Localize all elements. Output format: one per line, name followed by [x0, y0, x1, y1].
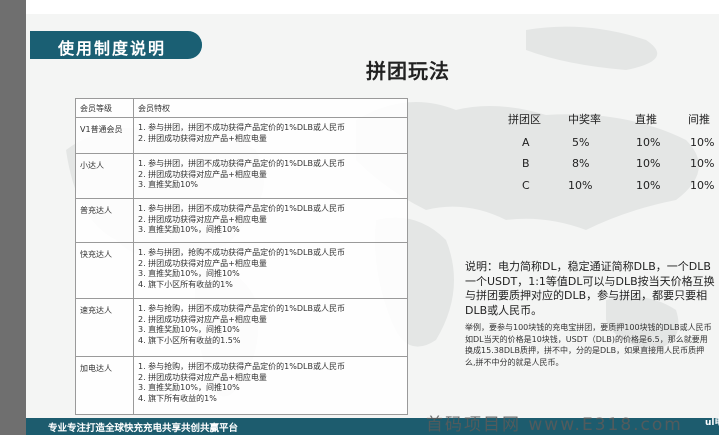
- table-row: 速充达人 1. 参与抢购，拼团不成功获得产品定价的1%DLB或人民币 2. 拼团…: [75, 298, 408, 357]
- rate-cell: 10%: [568, 179, 593, 192]
- perk-line: 3. 直推奖励10%，间推10%: [138, 383, 240, 393]
- perk-line: 3. 直推奖励10%，间推10%: [138, 325, 240, 335]
- rate-cell: B: [522, 157, 530, 170]
- description-line: 与拼团要质押对应的DLB，参与拼团，都要只要相: [465, 289, 708, 303]
- perk-cell: 1. 参与抢购，拼团不成功获得产品定价的1%DLB或人民币 2. 拼团成功获得对…: [133, 356, 408, 415]
- perk-line: 1. 参与拼团，拼团不成功获得产品定价的1%DLB或人民币: [138, 159, 345, 168]
- table-row: 小达人 1. 参与拼团，拼团不成功获得产品定价的1%DLB或人民币 2. 拼团成…: [75, 153, 408, 199]
- rate-header-cell: 中奖率: [568, 113, 601, 126]
- perk-line: 4. 旗下所有收益的1%: [138, 393, 217, 403]
- perk-line: 1. 参与抢购，拼团不成功获得产品定价的1%DLB或人民币: [138, 304, 345, 313]
- table-row: V1普通会员 1. 参与拼团，拼团不成功获得产品定价的1%DLB或人民币 2. …: [75, 117, 408, 154]
- table-row: 加电达人 1. 参与抢购，拼团不成功获得产品定价的1%DLB或人民币 2. 拼团…: [75, 356, 408, 415]
- slide: 使用制度说明 拼团玩法 会员等级 会员特权 V1普通会员 1. 参与拼团，拼团不…: [26, 0, 719, 435]
- description-line: DLB或人民币。: [465, 303, 543, 317]
- description-line: 说明：电力简称DL，稳定通证简称DLB，一个DLB: [465, 260, 711, 273]
- rate-cell: A: [522, 136, 530, 149]
- member-privilege-table: 会员等级 会员特权 V1普通会员 1. 参与拼团，拼团不成功获得产品定价的1%D…: [75, 98, 408, 415]
- section-title: 使用制度说明: [58, 39, 167, 58]
- site-watermark: 首码项目网 www.E318.com: [426, 415, 683, 435]
- header-perks: 会员特权: [133, 98, 408, 118]
- rate-cell: C: [522, 179, 530, 192]
- perk-line: 2. 拼团成功获得对应产品+相应电量: [138, 258, 267, 268]
- description-block: 说明：电力简称DL，稳定通证简称DLB，一个DLB 一个USDT，1:1等值DL…: [465, 260, 719, 318]
- perk-line: 1. 参与拼团，拼团不成功获得产品定价的1%DLB或人民币: [138, 204, 345, 213]
- example-block: 举例，要参与100块钱的充电宝拼团，要质押100块钱的DLB或人民币 如DL当天…: [465, 322, 719, 368]
- description-line: 一个USDT，1:1等值DL可以与DLB按当天价格互换: [465, 274, 715, 288]
- perk-line: 4. 旗下小区所有收益的1%: [138, 279, 233, 289]
- level-cell: 小达人: [75, 153, 134, 199]
- table-row: 快充达人 1. 参与拼团，抢购不成功获得产品定价的1%DLB或人民币 2. 拼团…: [75, 242, 408, 299]
- example-line: 换成15.38DLB质押，拼不中，分的是DLB，如果直接用人民币质押: [465, 346, 705, 356]
- watermark-logo: ul电播: [705, 418, 719, 428]
- rate-cell: 10%: [636, 157, 661, 170]
- table-header-row: 会员等级 会员特权: [75, 98, 408, 118]
- perk-line: 1. 参与拼团，拼团不成功获得产品定价的1%DLB或人民币: [138, 123, 345, 132]
- perk-line: 3. 直推奖励10%，间推10%: [138, 269, 240, 279]
- rate-cell: 5%: [572, 136, 590, 149]
- example-line: 么,拼不中分的就是人民币。: [465, 357, 564, 367]
- level-cell: 速充达人: [75, 298, 134, 357]
- perk-line: 3. 直推奖励10%，间推10%: [138, 225, 240, 235]
- perk-line: 2. 拼团成功获得对应产品+相应电量: [138, 314, 267, 324]
- perk-line: 1. 参与抢购，拼团不成功获得产品定价的1%DLB或人民币: [138, 362, 345, 371]
- rate-cell: 8%: [572, 157, 590, 170]
- rate-cell: 10%: [636, 136, 661, 149]
- perk-line: 2. 拼团成功获得对应产品+相应电量: [138, 372, 267, 382]
- rate-cell: 10%: [690, 179, 715, 192]
- level-cell: 普充达人: [75, 198, 134, 243]
- rate-cell: 10%: [690, 157, 715, 170]
- perk-line: 4. 旗下小区所有收益的1.5%: [138, 335, 241, 345]
- table-row: 普充达人 1. 参与拼团，拼团不成功获得产品定价的1%DLB或人民币 2. 拼团…: [75, 198, 408, 243]
- header-level: 会员等级: [75, 98, 134, 118]
- rate-cell: 10%: [636, 179, 661, 192]
- example-line: 举例，要参与100块钱的充电宝拼团，要质押100块钱的DLB或人民币: [465, 323, 712, 332]
- example-line: 如DL当天的价格是10块钱，USDT（DLB)的价格是6.5，那么就要用: [465, 334, 708, 344]
- level-cell: V1普通会员: [75, 117, 134, 154]
- perk-line: 1. 参与拼团，抢购不成功获得产品定价的1%DLB或人民币: [138, 248, 345, 257]
- perk-cell: 1. 参与拼团，拼团不成功获得产品定价的1%DLB或人民币 2. 拼团成功获得对…: [133, 198, 408, 243]
- level-cell: 快充达人: [75, 242, 134, 299]
- perk-line: 2. 拼团成功获得对应产品+相应电量: [138, 133, 267, 143]
- rate-header-cell: 直推: [635, 113, 657, 126]
- perk-cell: 1. 参与拼团，抢购不成功获得产品定价的1%DLB或人民币 2. 拼团成功获得对…: [133, 242, 408, 299]
- level-cell: 加电达人: [75, 356, 134, 415]
- perk-line: 2. 拼团成功获得对应产品+相应电量: [138, 169, 267, 179]
- page-heading: 拼团玩法: [366, 59, 450, 83]
- rate-header-cell: 拼团区: [508, 113, 541, 126]
- rate-cell: 10%: [690, 136, 715, 149]
- perk-cell: 1. 参与抢购，拼团不成功获得产品定价的1%DLB或人民币 2. 拼团成功获得对…: [133, 298, 408, 357]
- perk-line: 2. 拼团成功获得对应产品+相应电量: [138, 214, 267, 224]
- rate-header-cell: 间推: [688, 113, 710, 126]
- perk-cell: 1. 参与拼团，拼团不成功获得产品定价的1%DLB或人民币 2. 拼团成功获得对…: [133, 153, 408, 199]
- footer-slogan: 专业专注打造全球快充充电共享共创共赢平台: [48, 423, 239, 434]
- perk-line: 3. 直推奖励10%: [138, 180, 198, 190]
- perk-cell: 1. 参与拼团，拼团不成功获得产品定价的1%DLB或人民币 2. 拼团成功获得对…: [133, 117, 408, 154]
- top-strip: [26, 0, 719, 14]
